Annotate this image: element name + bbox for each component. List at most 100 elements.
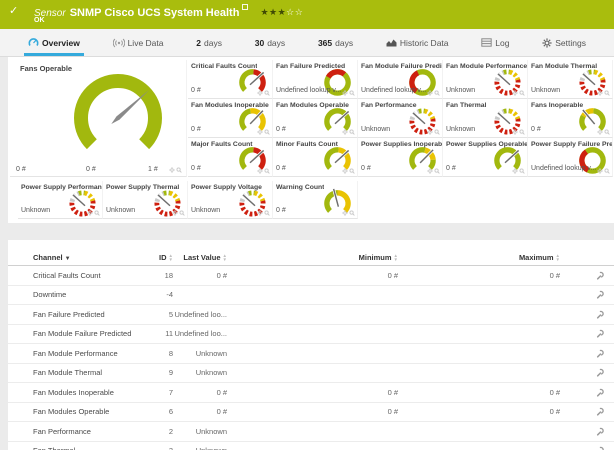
channel-name[interactable]: Fan Module Thermal	[33, 368, 138, 377]
wrench-icon[interactable]	[596, 407, 605, 416]
gear-icon[interactable]	[512, 129, 518, 135]
wrench-icon[interactable]	[596, 368, 605, 377]
table-row[interactable]: Fan Failure Predicted 5 Undefined loo...	[8, 305, 614, 325]
wrench-icon[interactable]	[596, 271, 605, 280]
gear-icon[interactable]	[257, 90, 263, 96]
tab-historic-data[interactable]: Historic Data	[382, 29, 453, 56]
gauge-cell-fan-modules-inoperable[interactable]: Fan Modules Inoperable 0 #	[188, 99, 273, 138]
wrench-icon[interactable]	[596, 446, 605, 450]
gauge-cell-critical-faults-count[interactable]: Critical Faults Count 0 #	[188, 60, 273, 99]
gauge-cell-fan-module-performance[interactable]: Fan Module Performance Unknown	[443, 60, 528, 99]
tab-live-data[interactable]: Live Data	[109, 29, 168, 56]
channel-name[interactable]: Fan Failure Predicted	[33, 310, 138, 319]
channel-name[interactable]: Fan Performance	[33, 427, 138, 436]
tab-settings[interactable]: Settings	[538, 29, 590, 56]
column-header-last-value[interactable]: Last Value▲▼	[173, 253, 227, 262]
channel-name[interactable]: Fan Thermal	[33, 446, 138, 450]
magnifier-icon[interactable]	[349, 168, 355, 174]
gear-icon[interactable]	[512, 90, 518, 96]
gear-icon[interactable]	[172, 210, 178, 216]
table-row[interactable]: Fan Thermal 3 Unknown	[8, 442, 614, 450]
table-row[interactable]: Fan Module Failure Predicted 11 Undefine…	[8, 325, 614, 345]
gear-icon[interactable]	[342, 90, 348, 96]
gear-icon[interactable]	[427, 90, 433, 96]
column-header-minimum[interactable]: Minimum▲▼	[227, 253, 398, 262]
gear-icon[interactable]	[512, 168, 518, 174]
magnifier-icon[interactable]	[349, 210, 355, 216]
wrench-icon[interactable]	[596, 310, 605, 319]
magnifier-icon[interactable]	[604, 90, 610, 96]
gear-icon[interactable]	[342, 210, 348, 216]
gear-icon[interactable]	[257, 168, 263, 174]
gear-icon[interactable]	[597, 129, 603, 135]
wrench-icon[interactable]	[596, 290, 605, 299]
gear-icon[interactable]	[342, 168, 348, 174]
gauge-cell-power-supply-failure-predicted[interactable]: Power Supply Failure Predicted Undefined…	[528, 138, 613, 177]
gear-icon[interactable]	[427, 168, 433, 174]
magnifier-icon[interactable]	[264, 129, 270, 135]
table-row[interactable]: Fan Modules Inoperable 7 0 # 0 # 0 #	[8, 383, 614, 403]
column-header-id[interactable]: ID▲▼	[138, 253, 173, 262]
gear-icon[interactable]	[257, 210, 263, 216]
tab-2-days[interactable]: 2 days	[192, 29, 226, 56]
channel-name[interactable]: Fan Module Performance	[33, 349, 138, 358]
magnifier-icon[interactable]	[604, 129, 610, 135]
gear-icon[interactable]	[597, 168, 603, 174]
column-header-maximum[interactable]: Maximum▲▼	[398, 253, 560, 262]
gauge-cell-power-supply-voltage[interactable]: Power Supply Voltage Unknown	[188, 181, 273, 219]
gauge-cell-minor-faults-count[interactable]: Minor Faults Count 0 #	[273, 138, 358, 177]
table-row[interactable]: Fan Modules Operable 6 0 # 0 # 0 #	[8, 403, 614, 423]
gauge-cell-fan-thermal[interactable]: Fan Thermal Unknown	[443, 99, 528, 138]
gauge-cell-fan-modules-operable[interactable]: Fan Modules Operable 0 #	[273, 99, 358, 138]
table-row[interactable]: Fan Performance 2 Unknown	[8, 422, 614, 442]
gauge-cell-warning-count[interactable]: Warning Count 0 #	[273, 181, 358, 219]
magnifier-icon[interactable]	[434, 168, 440, 174]
tab-30-days[interactable]: 30 days	[251, 29, 289, 56]
gauge-cell-major-faults-count[interactable]: Major Faults Count 0 #	[188, 138, 273, 177]
gear-icon[interactable]	[597, 90, 603, 96]
gauge-cell-fans-operable[interactable]: Fans Operable 0 # 0 # 1 #	[10, 60, 187, 177]
magnifier-icon[interactable]	[264, 90, 270, 96]
gear-icon[interactable]	[169, 167, 175, 173]
table-row[interactable]: Fan Module Thermal 9 Unknown	[8, 364, 614, 384]
gear-icon[interactable]	[87, 210, 93, 216]
magnifier-icon[interactable]	[434, 129, 440, 135]
channel-name[interactable]: Fan Module Failure Predicted	[33, 329, 138, 338]
gauge-cell-fans-inoperable[interactable]: Fans Inoperable 0 #	[528, 99, 613, 138]
channel-name[interactable]: Fan Modules Inoperable	[33, 388, 138, 397]
table-row[interactable]: Fan Module Performance 8 Unknown	[8, 344, 614, 364]
tab-log[interactable]: Log	[477, 29, 513, 56]
magnifier-icon[interactable]	[264, 168, 270, 174]
gauge-cell-power-supplies-operable[interactable]: Power Supplies Operable 0 #	[443, 138, 528, 177]
channel-name[interactable]: Critical Faults Count	[33, 271, 138, 280]
gauge-cell-power-supply-thermal[interactable]: Power Supply Thermal Unknown	[103, 181, 188, 219]
magnifier-icon[interactable]	[94, 210, 100, 216]
gauge-cell-fan-module-thermal[interactable]: Fan Module Thermal Unknown	[528, 60, 613, 99]
wrench-icon[interactable]	[596, 427, 605, 436]
gauge-cell-fan-performance[interactable]: Fan Performance Unknown	[358, 99, 443, 138]
table-row[interactable]: Downtime -4	[8, 286, 614, 306]
gauge-cell-fan-failure-predicted[interactable]: Fan Failure Predicted Undefined lookup v…	[273, 60, 358, 99]
magnifier-icon[interactable]	[349, 129, 355, 135]
gauge-cell-fan-module-failure-predicted[interactable]: Fan Module Failure Predicted Undefined l…	[358, 60, 443, 99]
magnifier-icon[interactable]	[434, 90, 440, 96]
wrench-icon[interactable]	[596, 349, 605, 358]
magnifier-icon[interactable]	[349, 90, 355, 96]
magnifier-icon[interactable]	[519, 90, 525, 96]
magnifier-icon[interactable]	[604, 168, 610, 174]
gauge-cell-power-supply-performance[interactable]: Power Supply Performance Unknown	[18, 181, 103, 219]
magnifier-icon[interactable]	[519, 168, 525, 174]
magnifier-icon[interactable]	[264, 210, 270, 216]
magnifier-icon[interactable]	[176, 167, 182, 173]
gear-icon[interactable]	[342, 129, 348, 135]
table-row[interactable]: Critical Faults Count 18 0 # 0 # 0 #	[8, 266, 614, 286]
wrench-icon[interactable]	[596, 388, 605, 397]
priority-stars[interactable]: ★★★☆☆	[260, 7, 303, 17]
gear-icon[interactable]	[427, 129, 433, 135]
column-header-channel[interactable]: Channel▼	[33, 253, 138, 262]
wrench-icon[interactable]	[596, 329, 605, 338]
tab-overview[interactable]: Overview	[24, 29, 84, 56]
channel-name[interactable]: Fan Modules Operable	[33, 407, 138, 416]
magnifier-icon[interactable]	[519, 129, 525, 135]
gauge-cell-power-supplies-inoperable[interactable]: Power Supplies Inoperable 0 #	[358, 138, 443, 177]
